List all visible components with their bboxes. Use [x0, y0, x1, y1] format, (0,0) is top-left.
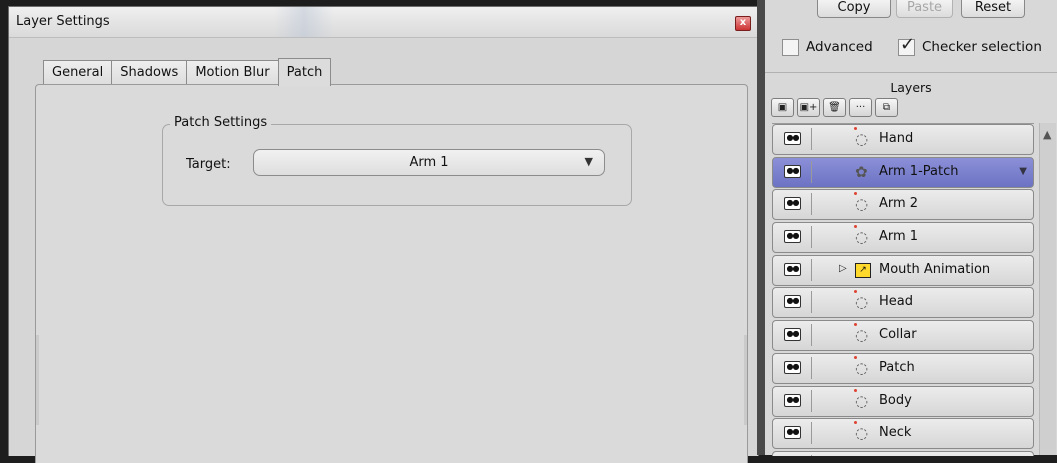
- tab-shadows[interactable]: Shadows: [111, 60, 188, 86]
- layer-name: Hand: [879, 131, 914, 146]
- layer-name: Arm 2: [879, 196, 919, 212]
- layer-name: Collar: [879, 327, 917, 343]
- close-button[interactable]: x: [735, 16, 751, 31]
- eye-icon: ●●: [784, 328, 801, 342]
- layer-settings-dialog: Layer Settings x General Shadows Motion …: [8, 6, 759, 463]
- advanced-label: Advanced: [806, 39, 873, 55]
- eye-icon: ●●: [784, 132, 801, 145]
- left-edge-handle: [36, 335, 39, 425]
- layer-row[interactable]: ●● ◌ Collar: [772, 320, 1034, 352]
- layer-row[interactable]: ●● ◌ Arm 1: [772, 222, 1034, 254]
- visibility-toggle[interactable]: ●●: [774, 128, 812, 150]
- add-layer-icon[interactable]: ▣+: [797, 98, 820, 117]
- layer-name: Patch: [879, 359, 915, 375]
- vector-layer-icon: ◌: [854, 388, 868, 410]
- visibility-toggle[interactable]: ●●: [774, 356, 812, 379]
- target-label: Target:: [186, 157, 231, 172]
- patch-settings-group: Patch Settings Target: Arm 1 ▼: [162, 115, 632, 206]
- layer-row[interactable]: ●● ◌ Body: [772, 385, 1034, 417]
- eye-icon: ●●: [784, 262, 801, 276]
- eye-icon: ●●: [784, 360, 801, 374]
- visibility-toggle[interactable]: ●●: [774, 389, 812, 412]
- more-icon[interactable]: ···: [849, 98, 872, 117]
- titlebar-highlight: [274, 7, 334, 37]
- eye-icon: ●●: [784, 295, 801, 309]
- eye-icon: ●●: [784, 426, 801, 440]
- visibility-toggle[interactable]: ●●: [774, 291, 812, 314]
- advanced-checkbox[interactable]: [782, 38, 799, 56]
- layer-row[interactable]: ●● ◌ Neck: [772, 418, 1034, 450]
- group-layer-icon: ↗: [855, 262, 871, 278]
- duplicate-icon[interactable]: ⧉: [875, 98, 898, 117]
- layer-name: Arm 1: [879, 229, 919, 245]
- layers-scrollbar[interactable]: ▲: [1039, 123, 1056, 455]
- advanced-option[interactable]: Advanced: [782, 37, 873, 57]
- visibility-toggle[interactable]: ●●: [774, 160, 812, 183]
- scroll-up-icon[interactable]: ▲: [1043, 128, 1051, 141]
- visibility-toggle[interactable]: ●●: [774, 226, 812, 249]
- layer-row[interactable]: ●● ◌ Arm 2: [772, 189, 1034, 221]
- vector-layer-icon: ◌: [854, 290, 868, 311]
- visibility-toggle[interactable]: ●●: [774, 193, 812, 216]
- layers-header: Layers: [765, 72, 1057, 95]
- layers-toolbar: ▣ ▣+ 🗑 ··· ⧉: [771, 98, 901, 118]
- reset-button[interactable]: Reset: [961, 0, 1025, 18]
- visibility-toggle[interactable]: ●●: [774, 422, 812, 445]
- vector-layer-icon: ◌: [854, 323, 868, 344]
- target-value: Arm 1: [409, 155, 449, 170]
- dialog-titlebar[interactable]: Layer Settings x: [9, 7, 758, 38]
- layer-row[interactable]: ●● ◌ Patch: [772, 352, 1034, 384]
- chevron-down-icon[interactable]: ▼: [1019, 166, 1027, 177]
- checker-selection-checkbox[interactable]: ✓: [898, 34, 915, 56]
- visibility-toggle[interactable]: ●●: [774, 258, 812, 281]
- vector-layer-icon: ◌: [854, 225, 868, 246]
- target-dropdown[interactable]: Arm 1 ▼: [253, 149, 605, 176]
- visibility-toggle[interactable]: ●●: [774, 454, 812, 456]
- vector-layer-icon: ◌: [854, 192, 868, 213]
- layer-name: Body: [879, 392, 912, 408]
- layer-row[interactable]: ●● ◌ Head: [772, 287, 1034, 319]
- layer-name: Neck: [879, 425, 912, 441]
- copy-button[interactable]: Copy: [817, 0, 891, 18]
- group-title: Patch Settings: [170, 115, 272, 130]
- chevron-down-icon: ▼: [584, 155, 593, 168]
- new-layer-icon[interactable]: ▣: [771, 98, 794, 117]
- eye-icon: ●●: [784, 393, 801, 407]
- expand-arrow-icon[interactable]: ▷: [839, 263, 847, 274]
- dialog-title: Layer Settings: [16, 14, 110, 29]
- checkmark-icon: ✓: [900, 33, 916, 55]
- tab-motion-blur[interactable]: Motion Blur: [186, 60, 279, 86]
- layer-list: ●● ◌ Hand ●● ✿ Arm 1-Patch ▼ ●● ◌ Arm 2 ●● ◌ Arm 1 ●●…: [772, 123, 1034, 456]
- right-panel: Copy Paste Reset Advanced ✓ Checker sele…: [765, 0, 1057, 456]
- layers-title: Layers: [890, 80, 932, 95]
- panel-separator[interactable]: [757, 0, 765, 455]
- eye-icon: ●●: [784, 164, 801, 178]
- checker-selection-label: Checker selection: [922, 39, 1042, 55]
- tab-patch[interactable]: Patch: [277, 58, 332, 86]
- layer-row[interactable]: ●● ✿ Arm 1-Patch ▼: [772, 156, 1034, 188]
- layer-name: Mouth Animation: [879, 261, 991, 277]
- eye-icon: ●●: [784, 197, 801, 211]
- checker-selection-option[interactable]: ✓ Checker selection: [898, 34, 1042, 57]
- vector-layer-icon: ◌: [854, 355, 868, 377]
- patch-layer-icon: ✿: [855, 162, 868, 181]
- layer-row[interactable]: ●● ▷ ↗ Mouth Animation: [772, 254, 1034, 286]
- layer-row[interactable]: ●● ◌ Hand: [772, 124, 1034, 155]
- layer-row[interactable]: ●●✿Leg 2-Patch: [772, 450, 1034, 456]
- paste-button[interactable]: Paste: [896, 0, 953, 18]
- patch-tab-panel: Patch Settings Target: Arm 1 ▼: [35, 84, 748, 463]
- right-edge-handle: [744, 335, 747, 425]
- visibility-toggle[interactable]: ●●: [774, 324, 812, 347]
- trash-icon[interactable]: 🗑: [823, 98, 846, 117]
- settings-tabs: General Shadows Motion Blur Patch: [43, 58, 332, 86]
- vector-layer-icon: ◌: [854, 127, 868, 148]
- layer-name: Head: [879, 294, 913, 310]
- layer-name: Arm 1-Patch: [879, 163, 959, 179]
- tab-general[interactable]: General: [43, 60, 113, 86]
- vector-layer-icon: ◌: [854, 421, 868, 442]
- eye-icon: ●●: [784, 230, 801, 244]
